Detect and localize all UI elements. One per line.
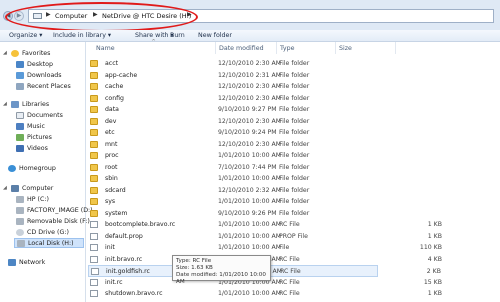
libraries-icon [11, 101, 19, 108]
chevron-right-icon[interactable]: ▶ [187, 11, 192, 18]
folder-icon [90, 175, 98, 182]
tooltip-type: Type: RC File [176, 258, 212, 264]
folder-icon [90, 106, 98, 113]
folder-icon [90, 186, 98, 194]
tooltip-size: Size: 1.63 KB [176, 265, 213, 271]
list-item[interactable]: system 9/10/2010 9:26 PM File folder [88, 208, 378, 220]
expand-icon[interactable]: ◢ [3, 185, 7, 191]
column-header-size[interactable]: Size [336, 42, 396, 54]
file-info-tooltip: Type: RC File Size: 1.63 KB Date modifie… [172, 255, 271, 285]
removable-disk-icon [16, 218, 24, 225]
folder-icon [90, 71, 98, 79]
expand-icon[interactable]: ◢ [3, 101, 7, 107]
sort-indicator-icon: ^ [151, 39, 156, 45]
pictures-icon [16, 134, 24, 141]
list-item[interactable]: app-cache 12/10/2010 2:31 AM File folder [88, 70, 378, 82]
folder-icon [90, 94, 98, 102]
folder-icon [90, 129, 98, 136]
list-item[interactable]: root 7/10/2010 7:44 PM File folder [88, 162, 378, 174]
list-item[interactable]: acct 12/10/2010 2:30 AM File folder [88, 58, 378, 70]
folder-icon [90, 209, 98, 217]
folder-icon [90, 152, 98, 159]
homegroup-icon [8, 165, 16, 172]
forward-button[interactable]: ▶ [14, 11, 24, 21]
cd-drive-icon [16, 229, 24, 236]
list-item[interactable]: cache 12/10/2010 2:30 AM File folder [88, 81, 378, 93]
share-with-button[interactable]: Share with ▾ [135, 32, 174, 39]
file-icon [90, 244, 98, 251]
folder-icon [90, 83, 98, 90]
computer-icon [11, 185, 19, 192]
documents-icon [16, 112, 24, 119]
list-item[interactable]: sbin 1/01/2010 10:00 AM File folder [88, 173, 378, 185]
list-item[interactable]: etc 9/10/2010 9:24 PM File folder [88, 127, 378, 139]
burn-button[interactable]: Burn [170, 32, 185, 39]
list-item[interactable]: default.prop 1/01/2010 10:00 AM PROP File 1… [88, 231, 442, 243]
navigation-pane: ◢ Favorites Desktop Downloads Recent Plac… [0, 42, 93, 302]
address-bar[interactable]: ▶ Computer ▶ NetDrive @ HTC Desire (H:) … [28, 9, 494, 23]
drive-icon [16, 196, 24, 203]
back-button[interactable]: ◀ [3, 11, 13, 21]
folder-icon [90, 163, 98, 171]
column-header-date[interactable]: Date modified [216, 42, 277, 54]
list-item[interactable]: proc 1/01/2010 10:00 AM File folder [88, 150, 378, 162]
folder-icon [90, 117, 98, 125]
organize-button[interactable]: Organize ▾ [9, 32, 42, 39]
new-folder-button[interactable]: New folder [198, 32, 232, 39]
music-icon [16, 123, 24, 130]
list-item[interactable]: data 9/10/2010 9:27 PM File folder [88, 104, 378, 116]
drive-icon [16, 207, 24, 214]
list-item[interactable]: sys 1/01/2010 10:00 AM File folder [88, 196, 378, 208]
list-item[interactable]: init 1/01/2010 10:00 AM File 110 KB [88, 242, 442, 254]
list-item[interactable]: shutdown.bravo.rc 1/01/2010 10:00 AM RC Fi… [88, 288, 442, 300]
column-header-name[interactable]: ^ Name [88, 39, 216, 54]
expand-icon[interactable]: ◢ [3, 50, 7, 56]
folder-icon [90, 60, 98, 67]
star-icon [11, 50, 19, 57]
file-icon [90, 290, 98, 297]
file-icon [90, 232, 98, 240]
recent-places-icon [16, 83, 24, 90]
chevron-right-icon[interactable]: ▶ [46, 11, 51, 18]
breadcrumb-computer[interactable]: Computer [55, 12, 87, 20]
file-icon [90, 255, 98, 263]
command-toolbar: Organize ▾ Include in library ▾ Share wi… [0, 30, 500, 42]
list-item[interactable]: bootcomplete.bravo.rc 1/01/2010 10:00 AM R… [88, 219, 442, 231]
folder-icon [90, 198, 98, 205]
list-item[interactable]: mnt 12/10/2010 2:30 AM File folder [88, 139, 378, 151]
folder-icon [90, 140, 98, 148]
list-item[interactable]: dev 12/10/2010 2:30 AM File folder [88, 116, 378, 128]
network-icon [8, 259, 16, 266]
include-in-library-button[interactable]: Include in library ▾ [53, 32, 111, 39]
file-icon [91, 268, 99, 275]
file-icon [90, 221, 98, 228]
address-strip: ◀ ▶ ▶ Computer ▶ NetDrive @ HTC Desire (… [0, 0, 500, 32]
chevron-right-icon[interactable]: ▶ [93, 11, 98, 18]
desktop-icon [16, 61, 24, 68]
list-item[interactable]: config 12/10/2010 2:30 AM File folder [88, 93, 378, 105]
breadcrumb-netdrive[interactable]: NetDrive @ HTC Desire (H:) [102, 12, 191, 20]
downloads-icon [16, 72, 24, 79]
file-icon [90, 278, 98, 286]
column-header-type[interactable]: Type [277, 42, 336, 54]
videos-icon [16, 145, 24, 152]
tooltip-date: Date modified: 1/01/2010 10:00 AM [176, 272, 266, 285]
nav-drive-h[interactable]: Local Disk (H:) [14, 238, 84, 248]
drive-icon [33, 13, 42, 19]
drive-icon [17, 240, 25, 247]
list-item[interactable]: sdcard 12/10/2010 2:32 AM File folder [88, 185, 378, 197]
